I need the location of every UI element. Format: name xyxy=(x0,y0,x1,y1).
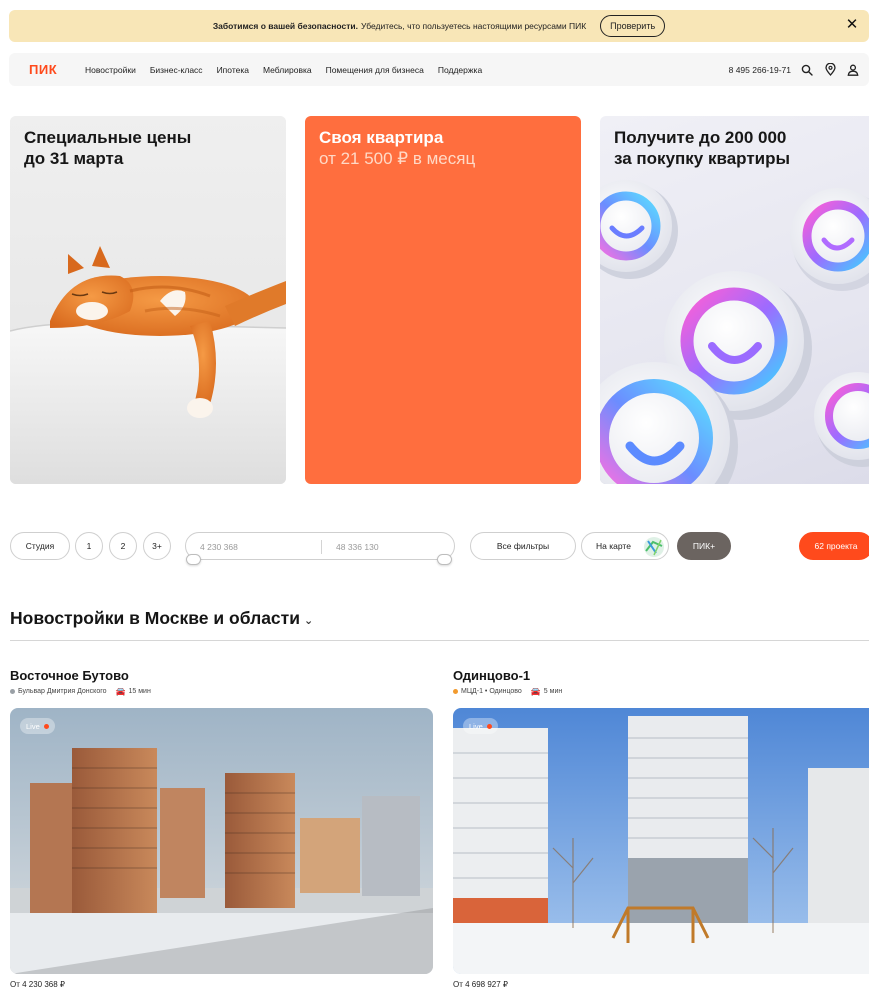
chevron-down-icon: ⌄ xyxy=(304,614,314,627)
security-banner: Заботимся о вашей безопасности. Убедитес… xyxy=(9,10,869,42)
nav-right: 8 495 266-19-71 xyxy=(729,63,860,77)
project-photo-vostochnoe-butovo xyxy=(10,708,433,974)
filter-studio[interactable]: Студия xyxy=(10,532,70,560)
live-label: Live xyxy=(26,721,40,731)
location-pin-icon[interactable] xyxy=(823,63,837,77)
metro-dot-icon xyxy=(10,689,15,694)
project-image[interactable]: Live xyxy=(453,708,869,974)
map-button[interactable]: На карте xyxy=(581,532,669,560)
project-name: Восточное Бутово xyxy=(10,668,129,683)
car-icon: 🚘 xyxy=(115,687,126,696)
project-meta: МЦД-1 • Одинцово 🚘 5 мин xyxy=(453,687,562,696)
menu-item-commercial[interactable]: Помещения для бизнеса xyxy=(326,65,424,75)
search-icon[interactable] xyxy=(800,63,814,77)
promo-title: Специальные цены до 31 марта xyxy=(24,128,192,168)
project-image[interactable]: Live xyxy=(10,708,433,974)
all-filters-button[interactable]: Все фильтры xyxy=(470,532,576,560)
price-to-input[interactable]: 48 336 130 xyxy=(336,542,379,552)
live-dot-icon xyxy=(43,723,49,729)
project-price: От 4 230 368 ₽ xyxy=(10,980,66,989)
price-slider-min-handle[interactable] xyxy=(186,554,201,565)
live-badge[interactable]: Live xyxy=(20,718,55,734)
close-icon[interactable]: ✕ xyxy=(843,16,861,34)
menu-item-business-class[interactable]: Бизнес-класс xyxy=(150,65,203,75)
section-title-text: Новостройки в Москве и области xyxy=(10,608,300,628)
project-name: Одинцово-1 xyxy=(453,668,531,683)
price-range: 4 230 368 48 336 130 xyxy=(185,532,455,565)
price-range-divider xyxy=(321,540,322,554)
top-nav: ПИК Новостройки Бизнес-класс Ипотека Меб… xyxy=(9,53,869,86)
project-meta: Бульвар Дмитрия Донского 🚘 15 мин xyxy=(10,687,151,696)
user-icon[interactable] xyxy=(846,63,860,77)
promo-title: Своя квартира от 21 500 ₽ в месяц xyxy=(319,128,476,168)
price-from-input[interactable]: 4 230 368 xyxy=(200,542,238,552)
filter-rooms-2[interactable]: 2 xyxy=(109,532,137,560)
project-photo-odintsovo-1 xyxy=(453,708,869,974)
check-button[interactable]: Проверить xyxy=(600,15,666,37)
pik-plus-button[interactable]: ПИК+ xyxy=(677,532,731,560)
filter-rooms-3plus[interactable]: 3+ xyxy=(143,532,171,560)
map-button-label: На карте xyxy=(596,541,631,551)
price-slider-max-handle[interactable] xyxy=(437,554,452,565)
travel-time: 5 мин xyxy=(543,688,563,695)
promo-title: Получите до 200 000 за покупку квартиры xyxy=(614,128,791,168)
metro-station: Бульвар Дмитрия Донского xyxy=(18,688,107,695)
live-dot-icon xyxy=(486,723,492,729)
project-card-header[interactable]: Одинцово-1 МЦД-1 • Одинцово 🚘 5 мин xyxy=(453,668,562,696)
menu-item-ipoteka[interactable]: Ипотека xyxy=(217,65,249,75)
project-price: От 4 698 927 ₽ xyxy=(453,980,509,989)
menu-item-novostroyki[interactable]: Новостройки xyxy=(85,65,136,75)
filters-bar: Студия 1 2 3+ 4 230 368 48 336 130 Все ф… xyxy=(10,532,869,565)
filter-rooms-1[interactable]: 1 xyxy=(75,532,103,560)
travel-time: 15 мин xyxy=(128,688,151,695)
project-card-header[interactable]: Восточное Бутово Бульвар Дмитрия Донског… xyxy=(10,668,151,696)
banner-text: Убедитесь, что пользуетесь настоящими ре… xyxy=(360,21,587,31)
menu-item-support[interactable]: Поддержка xyxy=(438,65,482,75)
pik-logo[interactable]: ПИК xyxy=(29,62,85,77)
banner-bold-text: Заботимся о вашей безопасности. xyxy=(212,21,358,31)
metro-dot-icon xyxy=(453,689,458,694)
map-thumbnail-icon xyxy=(644,537,664,557)
promo-card-own-apartment[interactable]: Своя квартира от 21 500 ₽ в месяц xyxy=(305,116,581,484)
car-icon: 🚘 xyxy=(530,687,541,696)
live-label: Live xyxy=(469,721,483,731)
metro-station: МЦД-1 • Одинцово xyxy=(461,688,522,695)
promo-card-special-prices[interactable]: Специальные цены до 31 марта xyxy=(10,116,286,484)
live-badge[interactable]: Live xyxy=(463,718,498,734)
section-title[interactable]: Новостройки в Москве и области ⌄ xyxy=(10,608,313,629)
divider xyxy=(10,640,869,641)
phone-number[interactable]: 8 495 266-19-71 xyxy=(729,65,791,75)
coins-image xyxy=(600,180,869,484)
sleeping-cat-image xyxy=(10,116,286,484)
menu-item-meblirovka[interactable]: Меблировка xyxy=(263,65,312,75)
promo-card-cashback[interactable]: Получите до 200 000 за покупку квартиры xyxy=(600,116,869,484)
projects-count-button[interactable]: 62 проекта xyxy=(799,532,869,560)
main-menu: Новостройки Бизнес-класс Ипотека Меблиро… xyxy=(85,65,482,75)
